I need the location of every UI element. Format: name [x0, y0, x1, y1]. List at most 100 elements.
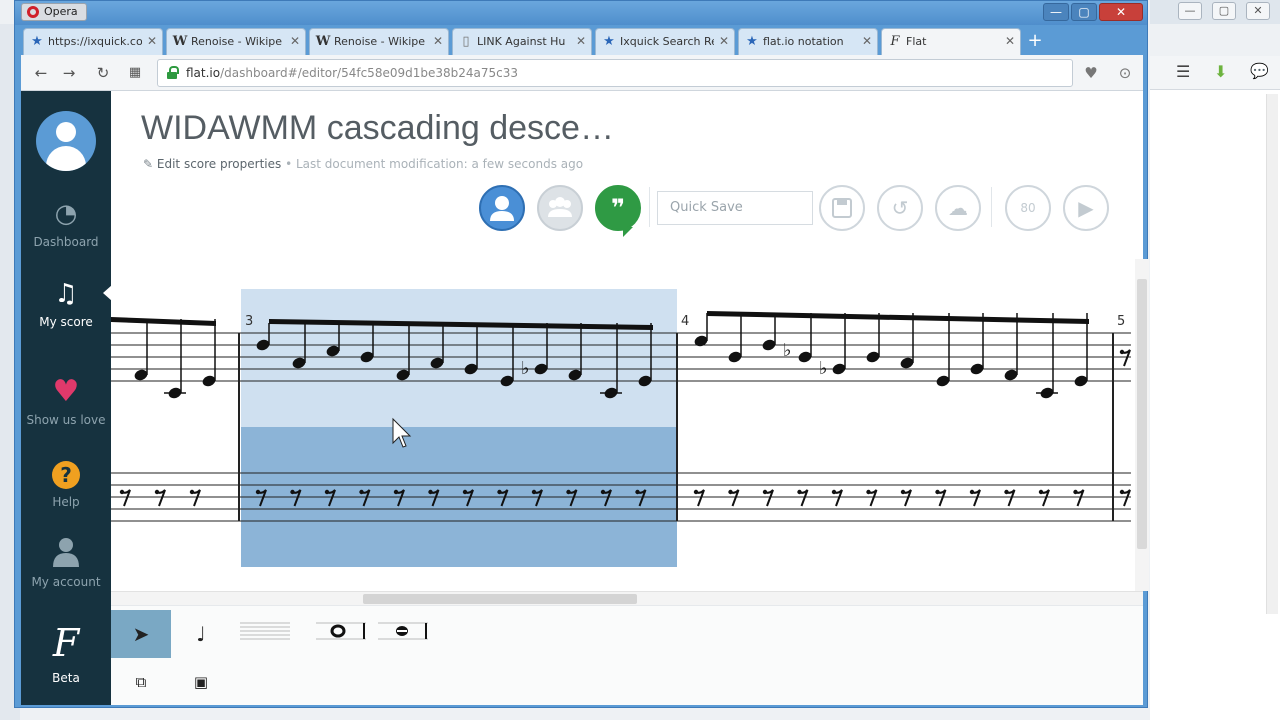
back-icon[interactable]: ← — [31, 63, 51, 83]
edit-score-properties-link[interactable]: Edit score properties — [157, 157, 281, 171]
share-group-button[interactable] — [537, 185, 583, 231]
url-field[interactable]: flat.io/dashboard#/editor/54fc58e09d1be3… — [157, 59, 1073, 87]
gauge-icon: ◔ — [54, 199, 78, 229]
tab-renoise-1[interactable]: W Renoise - Wikipe ✕ — [166, 28, 306, 55]
background-scrollbar[interactable] — [1266, 94, 1278, 614]
sidebar-item-help[interactable]: ? Help — [21, 457, 111, 509]
chat-icon[interactable]: 💬 — [1250, 62, 1269, 80]
whole-note-tool-button[interactable] — [315, 610, 367, 658]
staff-tool-button[interactable] — [235, 610, 295, 658]
rest-dot — [969, 489, 975, 495]
forward-icon[interactable]: → — [59, 63, 79, 83]
play-button[interactable]: ▶ — [1063, 185, 1109, 231]
sidebar-item-label: Beta — [52, 671, 80, 685]
opera-menu-button[interactable]: Opera — [21, 3, 87, 21]
sidebar-item-label: Show us love — [26, 413, 106, 427]
rest-dot — [189, 489, 195, 495]
flat-editor-page: ◔ Dashboard ♫ My score ♥ Show us love ? … — [21, 91, 1149, 705]
rest-tool-button[interactable] — [377, 610, 429, 658]
note-tool-button[interactable]: ♩ — [171, 610, 231, 658]
beam — [111, 317, 216, 326]
cloud-icon: ☁ — [948, 196, 968, 220]
sidebar-item-my-score[interactable]: ♫ My score — [21, 277, 111, 329]
rest-dot — [324, 489, 330, 495]
paste-button[interactable]: ▣ — [171, 658, 231, 706]
history-icon: ↺ — [891, 196, 909, 220]
user-icon — [490, 196, 514, 221]
tab-close-icon[interactable]: ✕ — [576, 29, 586, 54]
background-page — [1150, 90, 1280, 720]
bg-minimize-button[interactable]: — — [1178, 2, 1202, 20]
document-icon: ▯ — [462, 34, 470, 49]
tab-link-against[interactable]: ▯ LINK Against Hu ✕ — [452, 28, 592, 55]
menu-icon[interactable]: ☰ — [1176, 62, 1190, 81]
sidebar-item-dashboard[interactable]: ◔ Dashboard — [21, 197, 111, 249]
flat-logo-icon: F — [890, 34, 900, 49]
whole-note-icon — [316, 622, 366, 640]
cloud-upload-button[interactable]: ☁ — [935, 185, 981, 231]
tab-renoise-2[interactable]: W Renoise - Wikipe ✕ — [309, 28, 449, 55]
select-tool-button[interactable]: ➤ — [111, 610, 171, 658]
tab-close-icon[interactable]: ✕ — [1005, 29, 1015, 54]
save-button[interactable] — [819, 185, 865, 231]
score-canvas[interactable]: ♭ ♭ ♭ 3 4 5 — [111, 259, 1143, 605]
download-icon[interactable]: ⬇ — [1214, 62, 1227, 81]
horizontal-scrollbar[interactable] — [111, 591, 1143, 605]
rest-dot — [290, 489, 295, 495]
beam — [707, 311, 1089, 324]
tab-flat-notation[interactable]: ★ flat.io notation ✕ — [738, 28, 878, 55]
speed-dial-icon[interactable]: ▦ — [125, 63, 145, 83]
rest-dot — [797, 489, 802, 495]
horizontal-scroll-thumb[interactable] — [363, 594, 637, 604]
tab-close-icon[interactable]: ✕ — [290, 29, 300, 54]
sidebar-item-label: My score — [39, 315, 93, 329]
tempo-button[interactable]: 80 — [1005, 185, 1051, 231]
tab-close-icon[interactable]: ✕ — [719, 29, 729, 54]
rest-dot — [728, 489, 733, 495]
vertical-scrollbar[interactable] — [1135, 259, 1149, 591]
lock-icon — [167, 66, 179, 79]
bookmark-heart-icon[interactable]: ♥ — [1081, 63, 1101, 83]
bg-maximize-button[interactable]: ▢ — [1212, 2, 1236, 20]
edit-toolbar: ➤ ♩ ⧉ ▣ — [111, 605, 1143, 705]
tab-label: flat.io notation — [763, 35, 844, 48]
collaborator-avatar-button[interactable] — [479, 185, 525, 231]
tab-ixquick[interactable]: ★ https://ixquick.co ✕ — [23, 28, 163, 55]
minimize-button[interactable]: — — [1043, 3, 1069, 21]
quick-save-input[interactable]: Quick Save — [657, 191, 813, 225]
page-title[interactable]: WIDAWMM cascading desce… — [141, 109, 614, 148]
flat-logo-icon: F — [52, 621, 80, 665]
floppy-icon — [832, 198, 852, 218]
title-bar: Opera — ▢ ✕ — [15, 1, 1147, 25]
tab-close-icon[interactable]: ✕ — [433, 29, 443, 54]
sidebar-item-my-account[interactable]: My account — [21, 537, 111, 589]
bg-close-button[interactable]: ✕ — [1246, 2, 1270, 20]
maximize-button[interactable]: ▢ — [1071, 3, 1097, 21]
tab-label: https://ixquick.co — [48, 35, 142, 48]
tab-close-icon[interactable]: ✕ — [147, 29, 157, 54]
hangouts-button[interactable]: ❞ — [595, 185, 641, 231]
star-icon: ★ — [31, 34, 43, 49]
close-button[interactable]: ✕ — [1099, 3, 1143, 21]
history-button[interactable]: ↺ — [877, 185, 923, 231]
sidebar-item-show-us-love[interactable]: ♥ Show us love — [21, 375, 111, 428]
download-status-icon[interactable]: ⊙ — [1115, 63, 1135, 83]
tab-ixquick-search[interactable]: ★ Ixquick Search Re ✕ — [595, 28, 735, 55]
rest-note-icon — [378, 622, 428, 640]
question-icon: ? — [49, 457, 83, 491]
copy-button[interactable]: ⧉ — [111, 658, 171, 706]
tab-close-icon[interactable]: ✕ — [862, 29, 872, 54]
sidebar-item-beta[interactable]: F Beta — [21, 619, 111, 685]
tab-label: Renoise - Wikipe — [191, 35, 283, 48]
vertical-scroll-thumb[interactable] — [1137, 279, 1147, 549]
rest-dot — [497, 489, 502, 495]
wikipedia-icon: W — [315, 34, 331, 49]
new-tab-button[interactable]: + — [1025, 31, 1045, 51]
rest-dot — [154, 489, 160, 495]
user-avatar[interactable] — [36, 111, 96, 171]
pointer-icon: ➤ — [132, 622, 150, 646]
meta-separator: • — [285, 157, 293, 171]
rest-dot — [119, 489, 125, 495]
reload-icon[interactable]: ↻ — [93, 63, 113, 83]
tab-flat[interactable]: F Flat ✕ — [881, 28, 1021, 56]
